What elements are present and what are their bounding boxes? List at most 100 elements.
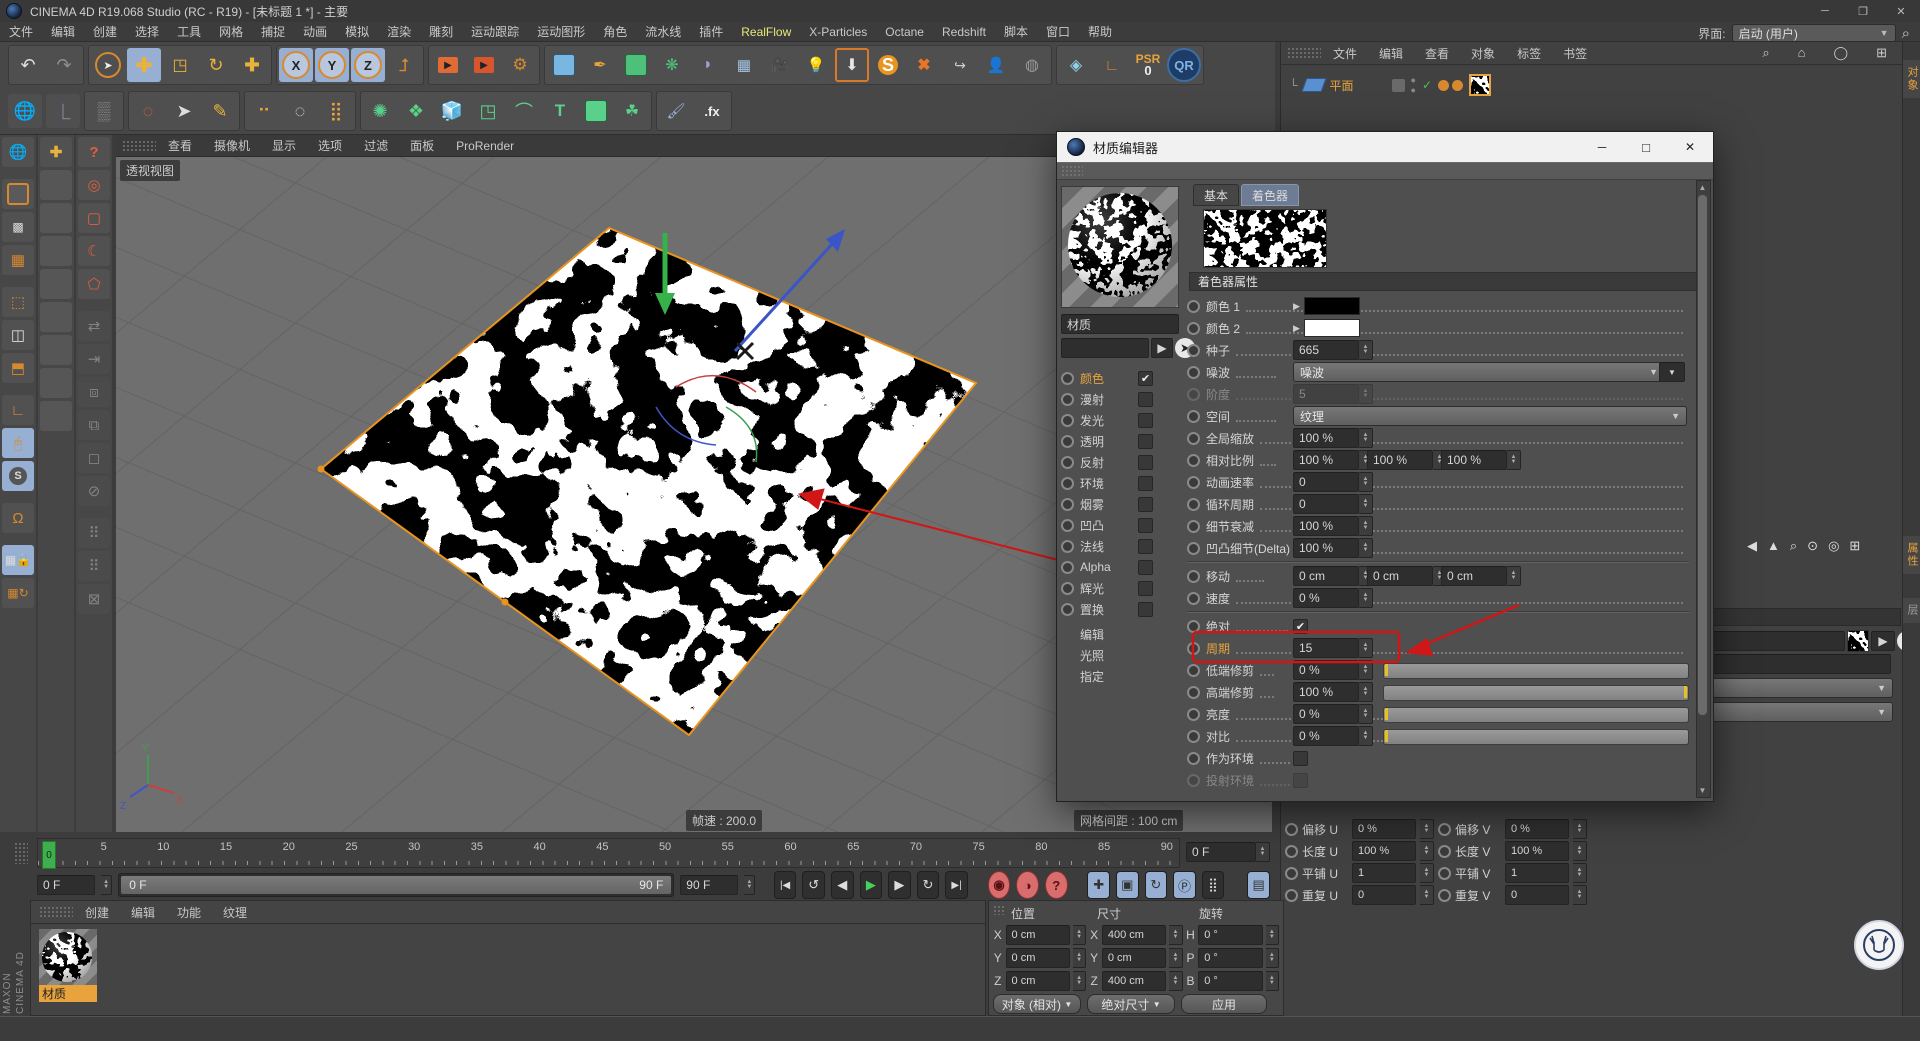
- vp-menu-filter[interactable]: 过滤: [354, 137, 398, 154]
- range-end-field[interactable]: 90 F: [680, 875, 738, 895]
- absolute-checkbox[interactable]: ✔: [1293, 619, 1308, 634]
- radio-icon[interactable]: [1187, 498, 1200, 511]
- channel-editor[interactable]: 编辑: [1061, 624, 1132, 644]
- menu-sculpt[interactable]: 雕刻: [420, 23, 462, 40]
- key-position-button[interactable]: ✚: [1087, 871, 1110, 899]
- attribute-empty-field[interactable]: [1711, 654, 1891, 674]
- checkbox[interactable]: [1138, 455, 1153, 470]
- scroll-down-icon[interactable]: ▼: [1697, 786, 1708, 795]
- subdivision-surface-button[interactable]: [619, 48, 653, 82]
- radio-icon[interactable]: [1438, 823, 1451, 836]
- channel-luminance[interactable]: 发光: [1061, 410, 1153, 430]
- vp-menu-panel[interactable]: 面板: [400, 137, 444, 154]
- channel-reflectance[interactable]: 反射: [1061, 452, 1153, 472]
- drag-grip[interactable]: [122, 140, 156, 152]
- spinner[interactable]: ▲▼: [1359, 472, 1373, 492]
- record-keyframe-button[interactable]: ◉: [988, 871, 1011, 899]
- lasso-selection-icon[interactable]: ☾: [78, 236, 110, 266]
- key-parameter-button[interactable]: Ⓟ: [1173, 871, 1196, 899]
- psr-transfer-button[interactable]: PSR0: [1131, 48, 1165, 82]
- timeline-toggle-button[interactable]: ▤: [1247, 871, 1270, 899]
- spinner[interactable]: ▲▼: [1359, 704, 1373, 724]
- menu-file[interactable]: 文件: [0, 23, 42, 40]
- previous-key-button[interactable]: ↺: [802, 871, 825, 899]
- render-view-button[interactable]: ▶: [431, 48, 465, 82]
- texture-mode-button[interactable]: ▩: [2, 212, 34, 242]
- dot-grid-icon[interactable]: ⣿: [319, 94, 353, 128]
- viewport-solo-icon[interactable]: 🌐: [2, 137, 34, 167]
- magnet-snap-button[interactable]: Ω: [2, 503, 34, 533]
- undo-button[interactable]: ↶: [11, 48, 45, 82]
- goto-start-button[interactable]: |◀: [774, 871, 797, 899]
- dialog-titlebar[interactable]: 材质编辑器 ─ □ ✕: [1057, 132, 1713, 162]
- channel-color[interactable]: 颜色✔: [1061, 368, 1153, 388]
- current-frame-field[interactable]: 0 F: [1186, 842, 1256, 862]
- size-y-field[interactable]: 0 cm: [1102, 948, 1166, 968]
- material-editor-dialog[interactable]: 材质编辑器 ─ □ ✕ 材质 ▶ ➤ 颜色✔ 漫射 发光 透明 反射 环境 烟雾…: [1056, 131, 1714, 802]
- dot-path-icon[interactable]: ⠒: [247, 94, 281, 128]
- om-menu-tags[interactable]: 标签: [1507, 45, 1551, 62]
- dialog-close-button[interactable]: ✕: [1668, 133, 1712, 161]
- edges-mode-button[interactable]: ◫: [2, 320, 34, 350]
- as-env-checkbox[interactable]: [1293, 751, 1308, 766]
- range-slider[interactable]: 0 F 90 F: [118, 873, 674, 897]
- scale-tool[interactable]: ◳: [163, 48, 197, 82]
- vp-menu-camera[interactable]: 摄像机: [204, 137, 260, 154]
- spinner[interactable]: ▲▼: [1420, 841, 1434, 861]
- menu-xparticles[interactable]: X-Particles: [800, 25, 876, 39]
- move-y-field[interactable]: 0 cm: [1367, 566, 1433, 586]
- checkbox[interactable]: [1138, 497, 1153, 512]
- channel-glow[interactable]: 辉光: [1061, 578, 1153, 598]
- spline-pen-button[interactable]: ✒: [583, 48, 617, 82]
- coord-mode-dropdown[interactable]: 对象 (相对) ▼: [993, 994, 1081, 1014]
- dialog-maximize-button[interactable]: □: [1624, 133, 1668, 161]
- uv-faded-icon[interactable]: ▒: [87, 94, 121, 128]
- workplane-align-button[interactable]: ▦↻: [2, 578, 34, 608]
- radio-icon[interactable]: [1187, 664, 1200, 677]
- length-v-field[interactable]: 100 %: [1505, 841, 1569, 861]
- dot-circle-icon[interactable]: ◌: [283, 94, 317, 128]
- live-selection-icon[interactable]: ◎: [78, 170, 110, 200]
- channel-normal[interactable]: 法线: [1061, 536, 1153, 556]
- rot-h-field[interactable]: 0 °: [1198, 925, 1262, 945]
- uvw-tag-icon[interactable]: [1452, 80, 1463, 91]
- matrix-extrude-icon[interactable]: ⧉: [78, 410, 110, 440]
- radio-icon[interactable]: [1187, 366, 1200, 379]
- keyframe-selection-button[interactable]: ?: [1045, 871, 1068, 899]
- spinner[interactable]: ▲▼: [1573, 863, 1587, 883]
- radio-icon[interactable]: [1187, 708, 1200, 721]
- rel-scale-y-field[interactable]: 100 %: [1367, 450, 1433, 470]
- view-label[interactable]: 透视视图: [120, 160, 180, 181]
- redo-button[interactable]: ↷: [47, 48, 81, 82]
- key-rotation-button[interactable]: ↻: [1145, 871, 1168, 899]
- add-primitive-cube-button[interactable]: [547, 48, 581, 82]
- mograph-trail-icon[interactable]: ⌒: [507, 94, 541, 128]
- om-film-icon[interactable]: ◯: [1824, 45, 1859, 61]
- vp-menu-display[interactable]: 显示: [262, 137, 306, 154]
- checkbox[interactable]: [1138, 413, 1153, 428]
- xparticles-button[interactable]: ✖: [907, 48, 941, 82]
- current-frame-marker[interactable]: 0: [42, 841, 56, 869]
- color2-swatch[interactable]: [1304, 319, 1360, 337]
- next-key-button[interactable]: ↻: [917, 871, 940, 899]
- speed-field[interactable]: 0 %: [1293, 588, 1359, 608]
- attr-lock-icon[interactable]: ⊙: [1807, 538, 1818, 554]
- drag-grip[interactable]: [993, 905, 1005, 915]
- noise-preview[interactable]: [1203, 209, 1327, 268]
- channel-diffusion[interactable]: 漫射: [1061, 389, 1153, 409]
- channel-displacement[interactable]: 置换: [1061, 599, 1153, 619]
- texture-thumb[interactable]: [1847, 630, 1869, 652]
- smooth-shift-icon[interactable]: ◻: [78, 443, 110, 473]
- viewport-snap-mouse-button[interactable]: 🖰: [2, 428, 34, 458]
- goto-end-button[interactable]: ▶|: [945, 871, 968, 899]
- radio-icon[interactable]: [1285, 867, 1298, 880]
- spinner[interactable]: ▲▼: [1256, 842, 1270, 862]
- rot-b-field[interactable]: 0 °: [1198, 971, 1262, 991]
- spinner[interactable]: ▲▼: [1359, 428, 1373, 448]
- tab-basic[interactable]: 基本: [1193, 184, 1239, 206]
- spinner[interactable]: ▲▼: [1420, 863, 1434, 883]
- inner-extrude-icon[interactable]: ⧈: [78, 377, 110, 407]
- menu-tools[interactable]: 工具: [168, 23, 210, 40]
- normal-move-icon[interactable]: ⊘: [78, 476, 110, 506]
- checkbox[interactable]: [1138, 518, 1153, 533]
